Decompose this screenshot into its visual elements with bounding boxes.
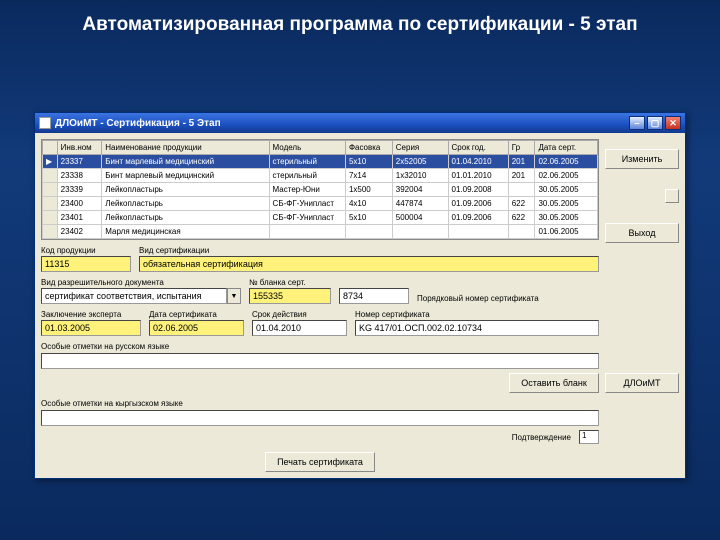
products-grid[interactable]: Инв.номНаименование продукцииМодельФасов… [41,139,599,240]
grid-header[interactable]: Серия [392,141,448,155]
input-cert-no[interactable]: KG 417/01.ОСП.002.02.10734 [355,320,599,336]
label-prod-code: Код продукции [41,246,131,255]
grid-header[interactable]: Инв.ном [57,141,102,155]
input-prod-code[interactable]: 11315 [41,256,131,272]
label-cert-no: Номер сертификата [355,310,599,319]
maximize-button[interactable]: ▢ [647,116,663,130]
grid-header[interactable]: Срок год. [448,141,508,155]
label-cert-date: Дата сертификата [149,310,244,319]
table-row[interactable]: 23400ЛейкопластырьСБ-ФГ-Унипласт4x104478… [43,197,598,211]
grid-header[interactable]: Дата серт. [535,141,598,155]
app-window: ДЛОиМТ - Сертификация - 5 Этап – ▢ ✕ Инв… [34,112,686,479]
label-blank-no: № бланка серт. [249,278,331,287]
table-row[interactable]: 23339ЛейкопластырьМастер-Юни1x5003920040… [43,183,598,197]
exit-button[interactable]: Выход [605,223,679,243]
label-notes-ru: Особые отметки на русском языке [41,342,599,351]
label-confirm: Подтверждение [512,433,571,442]
table-row[interactable]: 23401ЛейкопластырьСБ-ФГ-Унипласт5x105000… [43,211,598,225]
input-cert-date[interactable]: 02.06.2005 [149,320,244,336]
close-button[interactable]: ✕ [665,116,681,130]
grid-header[interactable]: Модель [269,141,345,155]
textarea-notes-ru[interactable] [41,353,599,369]
print-button[interactable]: Печать сертификата [265,452,375,472]
textarea-notes-kg[interactable] [41,410,599,426]
label-serial-cert: Порядковый номер сертификата [417,294,599,303]
input-blank-no[interactable]: 155335 [249,288,331,304]
app-icon [39,117,51,129]
label-notes-kg: Особые отметки на кыргызском языке [41,399,599,408]
minimize-button[interactable]: – [629,116,645,130]
grid-header[interactable]: Фасовка [345,141,392,155]
table-row[interactable]: 23402Марля медицинская01.06.2005 [43,225,598,239]
table-row[interactable]: ▶23337Бинт марлевый медицинскийстерильны… [43,155,598,169]
dloimt-button[interactable]: ДЛОиМТ [605,373,679,393]
small-square-button[interactable] [665,189,679,203]
dropdown-icon[interactable]: ▼ [227,288,241,304]
input-serial-cert[interactable]: 8734 [339,288,409,304]
leave-blank-button[interactable]: Оставить бланк [509,373,599,393]
input-cert-type[interactable]: обязательная сертификация [139,256,599,272]
label-expiry: Срок действия [252,310,347,319]
slide-title: Автоматизированная программа по сертифик… [0,0,720,40]
input-doc-type[interactable]: сертификат соответствия, испытания [41,288,227,304]
input-confirm-num[interactable]: 1 [579,430,599,444]
change-button[interactable]: Изменить [605,149,679,169]
label-doc-type: Вид разрешительного документа [41,278,241,287]
table-row[interactable]: 23338Бинт марлевый медицинскийстерильный… [43,169,598,183]
input-expert-concl[interactable]: 01.03.2005 [41,320,141,336]
label-expert-concl: Заключение эксперта [41,310,141,319]
window-title: ДЛОиМТ - Сертификация - 5 Этап [55,118,221,129]
input-expiry[interactable]: 01.04.2010 [252,320,347,336]
grid-header[interactable]: Гр [508,141,535,155]
label-cert-type: Вид сертификации [139,246,599,255]
grid-header[interactable]: Наименование продукции [102,141,269,155]
window-titlebar: ДЛОиМТ - Сертификация - 5 Этап – ▢ ✕ [35,113,685,133]
